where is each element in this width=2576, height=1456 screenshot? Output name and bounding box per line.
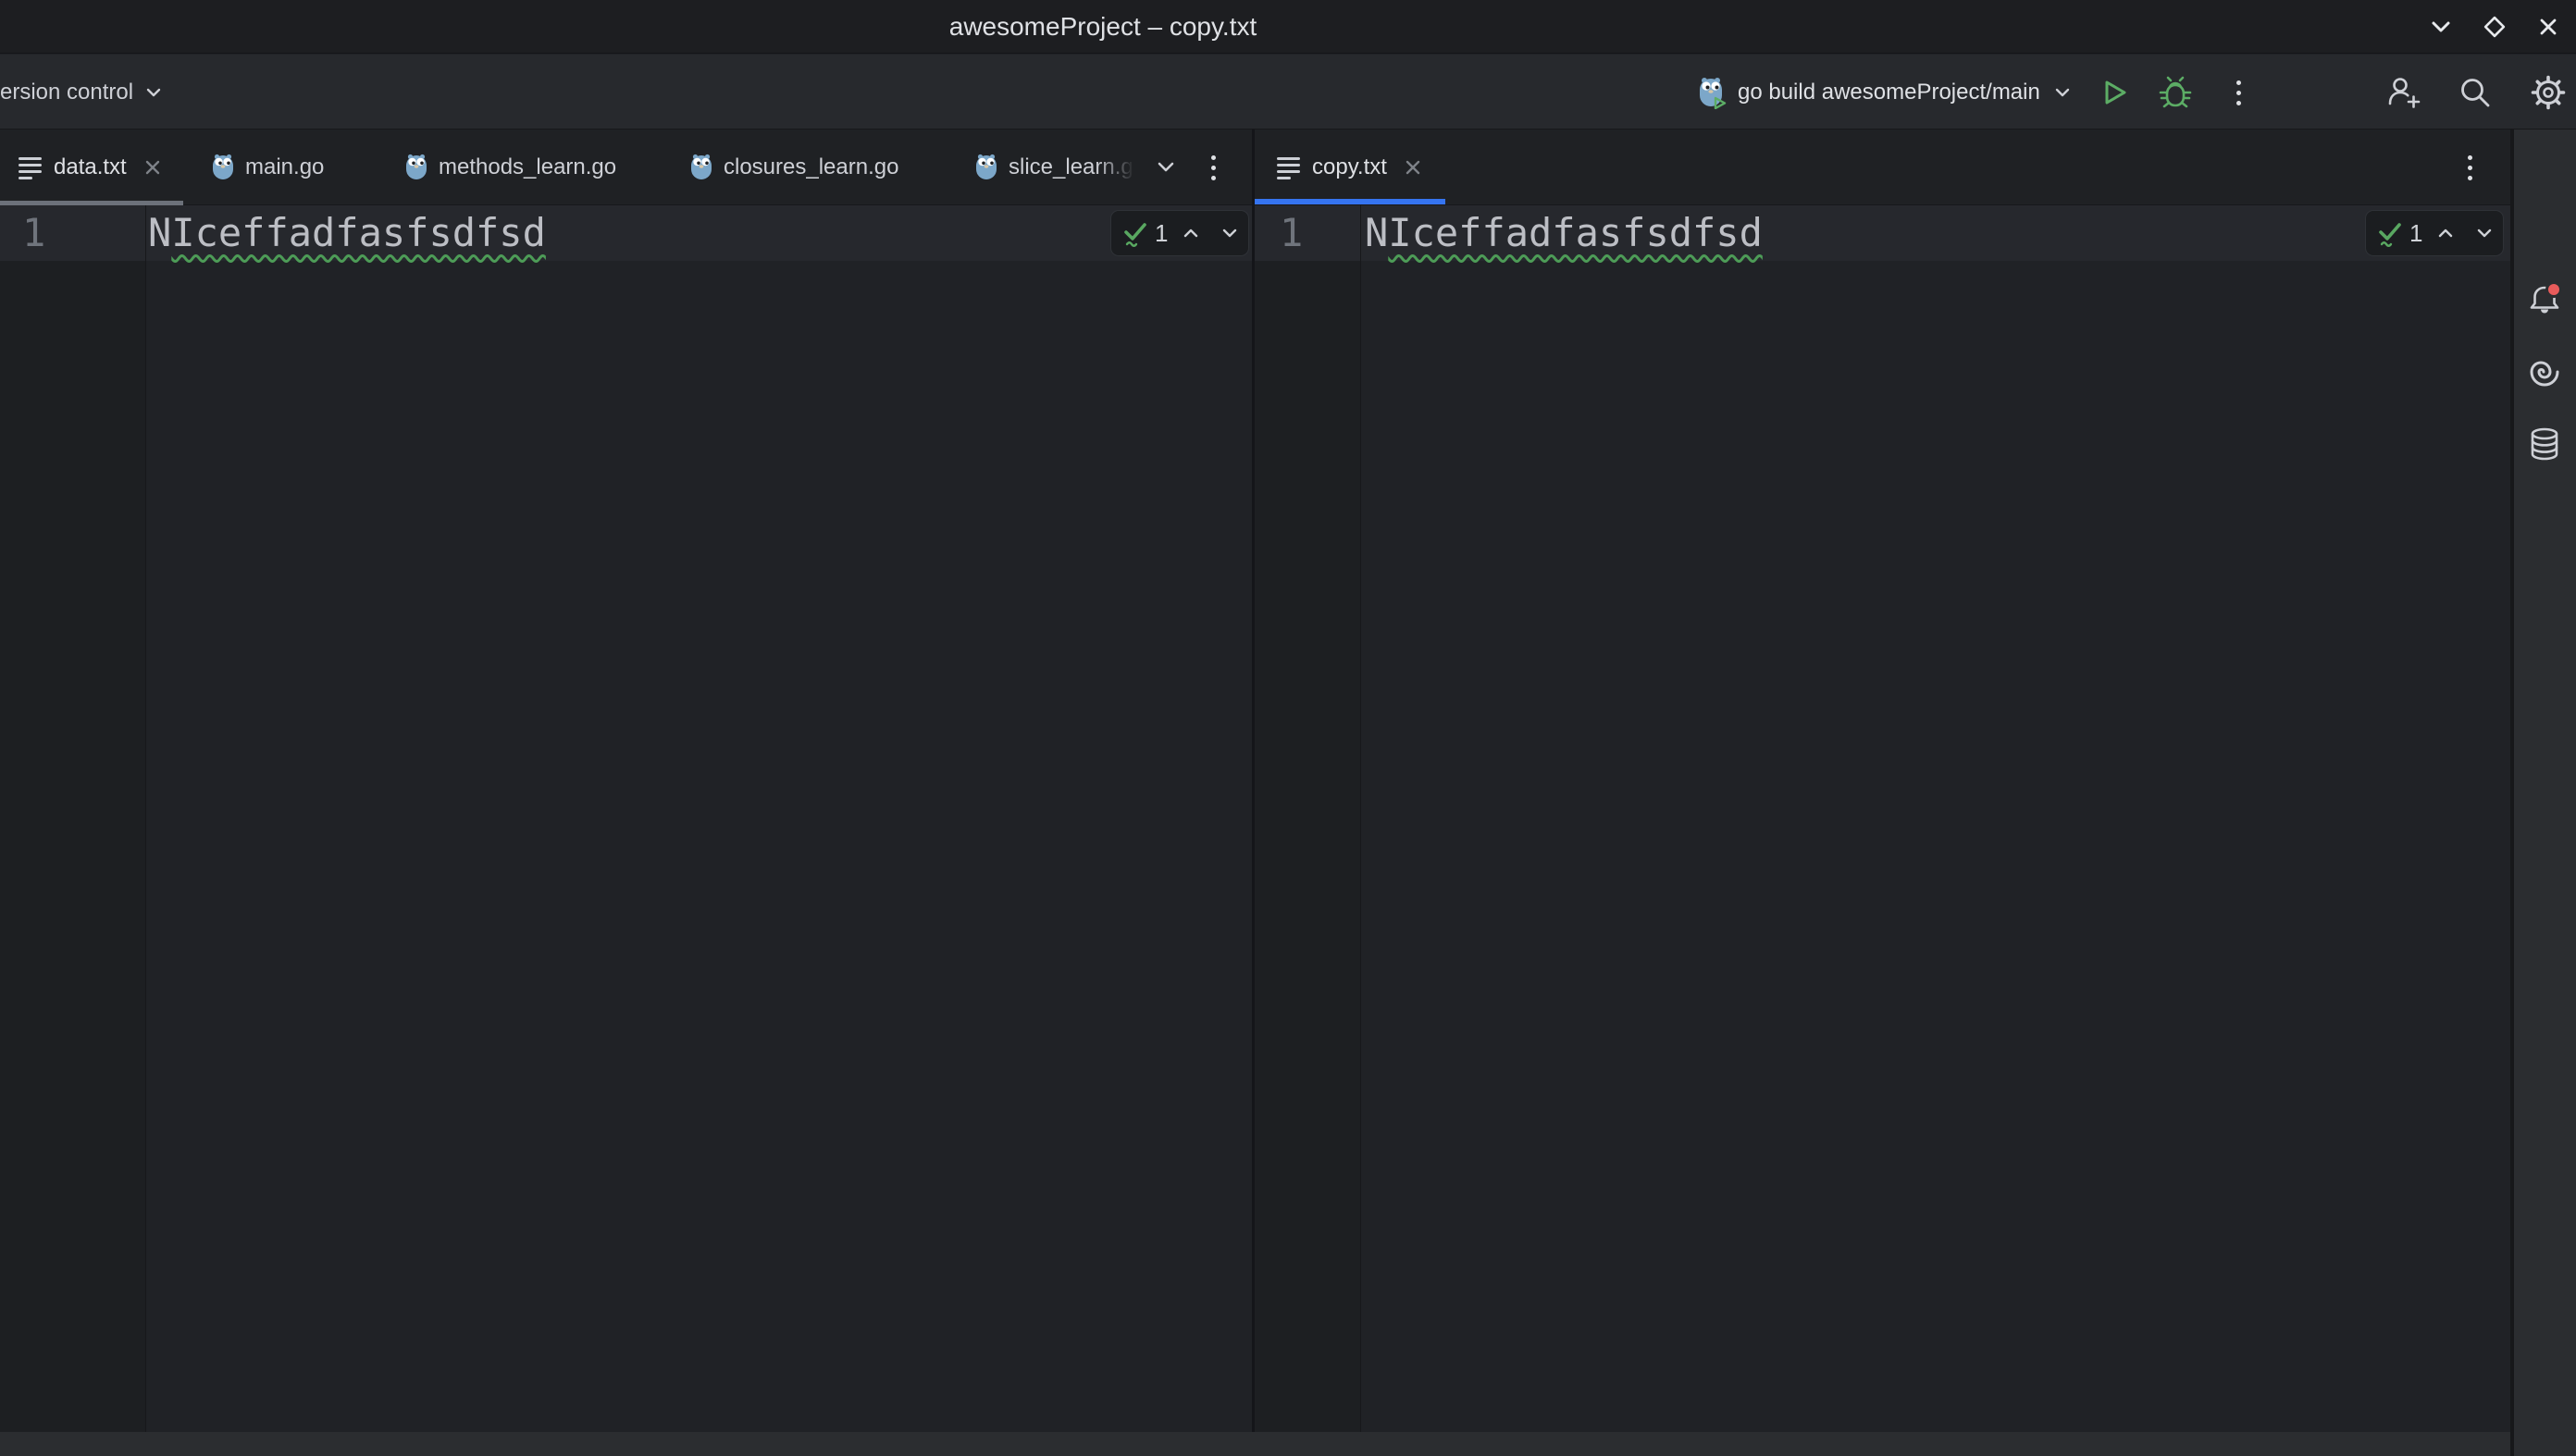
right-tool-window-stripe — [2514, 130, 2576, 1456]
gutter — [0, 205, 145, 1432]
line-number: 1 — [1280, 205, 1303, 261]
title-bar: awesomeProject – copy.txt — [0, 0, 2576, 54]
version-control-widget[interactable]: ersion control — [0, 55, 165, 130]
bell-icon — [2524, 280, 2565, 321]
typo-text: Iceffadfasfsdfsd — [171, 210, 546, 255]
right-tab-options-button[interactable] — [2449, 147, 2490, 188]
kebab-menu-icon — [1211, 155, 1216, 180]
text-file-icon — [1277, 156, 1300, 179]
ai-assistant-swirl-icon — [2526, 353, 2563, 390]
tab-label: slice_learn.go — [1009, 154, 1134, 179]
run-button[interactable] — [2093, 72, 2134, 113]
ai-assistant-button[interactable] — [2522, 350, 2567, 394]
show-hidden-tabs-button[interactable] — [1146, 147, 1186, 188]
tab-main-go[interactable]: main.go — [183, 130, 361, 205]
bug-icon — [2158, 75, 2193, 110]
previous-problem-button[interactable] — [1175, 217, 1207, 249]
text-file-icon — [19, 156, 42, 179]
debug-button[interactable] — [2155, 72, 2196, 113]
typo-check-icon — [2375, 218, 2405, 248]
kebab-menu-icon — [2468, 155, 2472, 180]
tab-methods-learn-go[interactable]: methods_learn.go — [361, 130, 648, 205]
typo-text: Iceffadfasfsdfsd — [1388, 210, 1763, 255]
inspections-widget[interactable]: 1 — [1110, 210, 1249, 256]
code-line[interactable]: NIceffadfasfsdfsd — [1365, 205, 1763, 261]
go-gopher-icon — [974, 154, 998, 181]
window-controls — [2421, 0, 2569, 54]
gear-icon — [2529, 73, 2568, 112]
go-gopher-icon — [689, 154, 713, 181]
minimize-button[interactable] — [2421, 6, 2461, 47]
database-icon — [2525, 426, 2564, 464]
editor-split-divider[interactable] — [1252, 130, 1255, 1432]
tab-copy-txt[interactable]: copy.txt — [1255, 130, 1445, 205]
tab-label: closures_learn.go — [724, 154, 898, 180]
chevron-down-icon — [1153, 154, 1179, 180]
tab-label: main.go — [245, 154, 324, 180]
add-user-icon — [2384, 73, 2422, 112]
go-gopher-icon — [404, 154, 428, 181]
go-gopher-run-icon — [1697, 76, 1727, 109]
gutter-separator — [1360, 205, 1361, 1432]
typo-check-icon — [1121, 218, 1150, 248]
gutter — [1255, 205, 1360, 1432]
status-bar — [0, 1432, 2510, 1456]
close-icon — [2532, 10, 2565, 43]
editor-tab-bar: data.txt main.go — [0, 130, 2510, 205]
tab-label: copy.txt — [1312, 154, 1387, 180]
run-configuration-selector[interactable]: go build awesomeProject/main — [1697, 55, 2074, 130]
run-configuration-label: go build awesomeProject/main — [1738, 80, 2040, 105]
next-problem-button[interactable] — [2469, 217, 2500, 249]
window-title: awesomeProject – copy.txt — [949, 12, 1257, 42]
search-icon — [2456, 73, 2495, 112]
left-tab-options-button[interactable] — [1193, 147, 1233, 188]
tab-close-icon[interactable] — [142, 157, 163, 178]
tab-closures-learn-go[interactable]: closures_learn.go — [648, 130, 930, 205]
chevron-down-icon — [2051, 81, 2074, 104]
editor-pane-right[interactable]: 1 NIceffadfasfsdfsd 1 — [1255, 205, 2510, 1432]
more-actions-button[interactable] — [2218, 72, 2259, 113]
tab-close-icon[interactable] — [1403, 157, 1423, 178]
previous-problem-button[interactable] — [2430, 217, 2461, 249]
kebab-menu-icon — [2236, 80, 2241, 105]
settings-button[interactable] — [2528, 72, 2569, 113]
maximize-icon — [2478, 10, 2511, 43]
chevron-down-icon — [142, 81, 165, 104]
tab-label-clip: slice_learn.go — [1009, 154, 1134, 180]
inspections-widget[interactable]: 1 — [2365, 210, 2504, 256]
next-problem-button[interactable] — [1214, 217, 1245, 249]
gutter-separator — [145, 205, 146, 1432]
code-with-me-button[interactable] — [2383, 72, 2423, 113]
code-text: N — [1365, 210, 1388, 255]
ide-window: awesomeProject – copy.txt ersion contro — [0, 0, 2576, 1456]
tab-slice-learn-go[interactable]: slice_learn.go — [930, 130, 1134, 205]
code-line[interactable]: NIceffadfasfsdfsd — [148, 205, 546, 261]
code-text: N — [148, 210, 171, 255]
tab-selected-underline-focused — [1252, 199, 1445, 204]
run-icon — [2098, 77, 2129, 108]
line-number: 1 — [22, 205, 45, 261]
editor-pane-left[interactable]: 1 NIceffadfasfsdfsd 1 — [0, 205, 1252, 1432]
close-button[interactable] — [2528, 6, 2569, 47]
inspection-count: 1 — [2409, 219, 2422, 248]
inspection-count: 1 — [1155, 219, 1168, 248]
database-button[interactable] — [2522, 423, 2567, 467]
tab-label: data.txt — [54, 154, 127, 180]
notifications-button[interactable] — [2522, 278, 2567, 323]
tab-data-txt[interactable]: data.txt — [0, 130, 183, 205]
search-everywhere-button[interactable] — [2455, 72, 2496, 113]
minimize-icon — [2424, 10, 2458, 43]
version-control-label: ersion control — [0, 80, 133, 105]
maximize-button[interactable] — [2474, 6, 2515, 47]
main-toolbar: ersion control go build awesomeProject/m… — [0, 55, 2576, 130]
tab-label: methods_learn.go — [439, 154, 616, 180]
go-gopher-icon — [211, 154, 235, 181]
